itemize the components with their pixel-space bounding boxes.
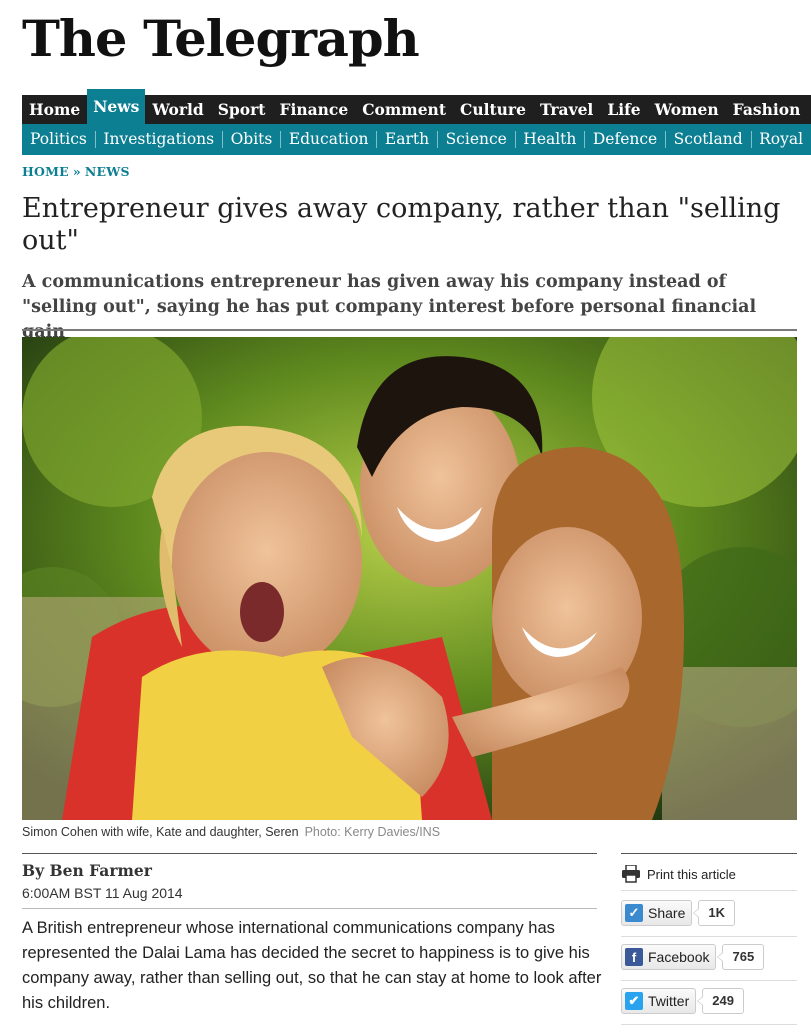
- subnav-defence[interactable]: Defence: [585, 124, 665, 155]
- article-standfirst: A communications entrepreneur has given …: [22, 272, 757, 342]
- article-headline: Entrepreneur gives away company, rather …: [22, 193, 781, 256]
- share-icon: ✓: [625, 904, 643, 922]
- subnav-earth[interactable]: Earth: [377, 124, 437, 155]
- subnav-health[interactable]: Health: [515, 124, 584, 155]
- share-sidebar: Print this article ✓ Share 1K f Facebook…: [621, 860, 797, 1025]
- photo-caption: Simon Cohen with wife, Kate and daughter…: [22, 825, 440, 839]
- subnav-obits[interactable]: Obits: [223, 124, 281, 155]
- subnav-science[interactable]: Science: [438, 124, 515, 155]
- caption-divider: [22, 853, 597, 854]
- nav-news[interactable]: News: [87, 89, 146, 124]
- article-photo: [22, 337, 797, 820]
- caption-text: Simon Cohen with wife, Kate and daughter…: [22, 825, 299, 839]
- share-divider: [621, 980, 797, 981]
- facebook-count: 765: [717, 944, 765, 970]
- twitter-row: ✔ Twitter 249: [621, 988, 744, 1014]
- print-label: Print this article: [647, 866, 736, 882]
- sidebar-divider: [621, 853, 797, 854]
- print-article-link[interactable]: Print this article: [621, 860, 797, 888]
- share-divider: [621, 936, 797, 937]
- masthead[interactable]: The Telegraph: [22, 8, 420, 70]
- share-divider: [621, 1024, 797, 1025]
- facebook-row: f Facebook 765: [621, 944, 765, 970]
- nav-world[interactable]: World: [145, 95, 210, 124]
- share-row: ✓ Share 1K: [621, 900, 735, 926]
- article-dateline: 6:00AM BST 11 Aug 2014: [22, 885, 183, 901]
- twitter-share-button[interactable]: ✔ Twitter: [621, 988, 697, 1014]
- telegraph-logo[interactable]: The Telegraph: [22, 8, 420, 70]
- nav-travel[interactable]: Travel: [533, 95, 600, 124]
- share-button[interactable]: ✓ Share: [621, 900, 693, 926]
- nav-home[interactable]: Home: [22, 95, 87, 124]
- headline-divider: [22, 329, 797, 331]
- subnav-scotland[interactable]: Scotland: [666, 124, 751, 155]
- breadcrumb: HOME» NEWS: [22, 164, 130, 179]
- nav-sport[interactable]: Sport: [211, 95, 273, 124]
- breadcrumb-news[interactable]: NEWS: [85, 164, 130, 179]
- share-divider: [621, 890, 797, 891]
- family-photo-illustration: [22, 337, 797, 820]
- subnav-education[interactable]: Education: [281, 124, 377, 155]
- secondary-nav: Politics Investigations Obits Education …: [22, 124, 811, 155]
- breadcrumb-separator: »: [72, 164, 81, 179]
- facebook-share-button[interactable]: f Facebook: [621, 944, 717, 970]
- subnav-investigations[interactable]: Investigations: [95, 124, 222, 155]
- nav-women[interactable]: Women: [648, 95, 726, 124]
- twitter-icon: ✔: [625, 992, 643, 1010]
- share-count: 1K: [693, 900, 735, 926]
- twitter-count: 249: [697, 988, 744, 1014]
- facebook-icon: f: [625, 948, 643, 966]
- printer-icon: [622, 865, 640, 883]
- photo-credit: Photo: Kerry Davies/INS: [304, 825, 441, 839]
- subnav-royal[interactable]: Royal: [751, 124, 811, 155]
- twitter-label: Twitter: [648, 993, 690, 1009]
- share-label: Share: [648, 905, 686, 921]
- byline-divider: [22, 908, 597, 909]
- nav-culture[interactable]: Culture: [453, 95, 533, 124]
- primary-nav: Home News World Sport Finance Comment Cu…: [22, 89, 811, 124]
- subnav-politics[interactable]: Politics: [22, 124, 95, 155]
- facebook-label: Facebook: [648, 949, 710, 965]
- article-body: A British entrepreneur whose internation…: [22, 919, 602, 1012]
- nav-finance[interactable]: Finance: [272, 95, 355, 124]
- nav-fashion[interactable]: Fashion: [726, 95, 808, 124]
- nav-life[interactable]: Life: [600, 95, 647, 124]
- nav-comment[interactable]: Comment: [355, 95, 453, 124]
- article-byline[interactable]: By Ben Farmer: [22, 861, 152, 880]
- breadcrumb-home[interactable]: HOME: [22, 164, 69, 179]
